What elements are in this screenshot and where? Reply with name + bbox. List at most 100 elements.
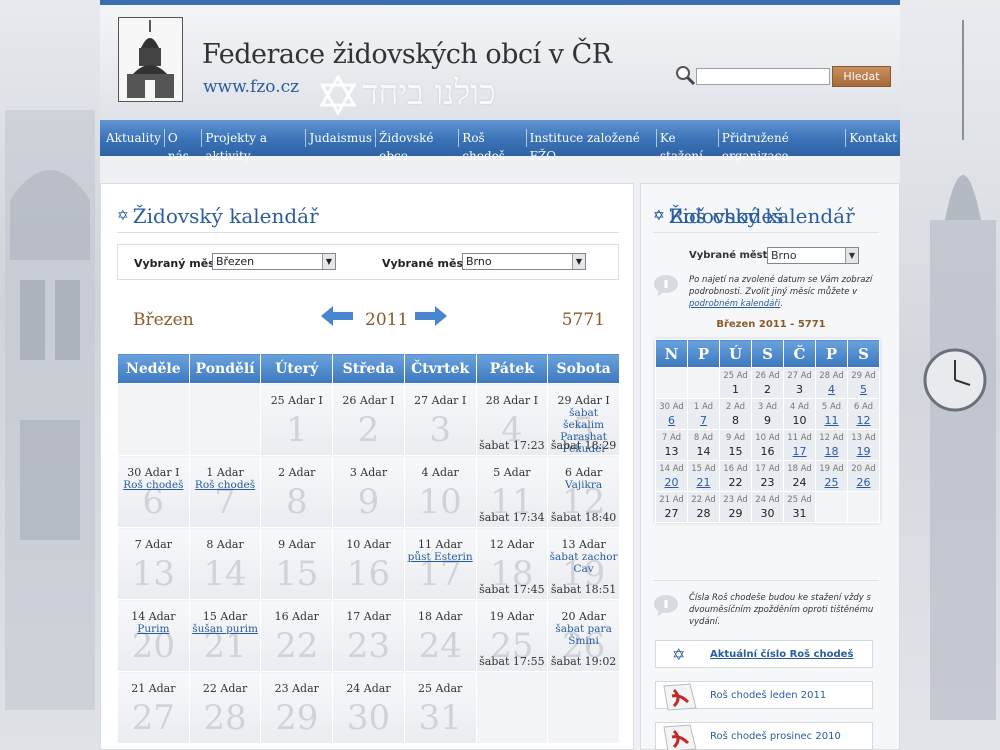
mini-day-number[interactable]: 4 xyxy=(816,383,847,396)
calendar-event[interactable]: Cav xyxy=(549,563,619,575)
mini-calendar-day[interactable]: 29 Ad 5 xyxy=(847,367,880,399)
mini-calendar-day[interactable]: 14 Ad 20 xyxy=(655,460,688,492)
mini-calendar-day[interactable]: 12 Ad 18 xyxy=(815,429,848,461)
next-month-arrow-icon[interactable] xyxy=(415,306,447,326)
calendar-day[interactable]: 21 15 Adar šušan purim xyxy=(188,599,262,672)
detailed-calendar-link[interactable]: podrobném kalendáři xyxy=(689,299,780,309)
calendar-day[interactable]: 26 20 Adar šabat para Šmini šabat 19:02 xyxy=(547,599,620,672)
mini-calendar-day[interactable]: 3 Ad 9 xyxy=(751,398,784,430)
calendar-day[interactable]: 16 10 Adar xyxy=(332,527,405,600)
calendar-day[interactable]: 5 29 Adar Išabat šekalim Parashat Pekudei š… xyxy=(547,383,620,456)
calendar-day[interactable]: 28 22 Adar xyxy=(188,671,262,744)
mini-day-number[interactable]: 25 xyxy=(816,476,847,489)
previous-month-arrow-icon[interactable] xyxy=(321,306,353,326)
mini-day-number[interactable]: 19 xyxy=(848,445,879,458)
calendar-event[interactable]: Roš chodeš xyxy=(118,479,188,491)
mini-calendar-day[interactable]: 26 Ad 2 xyxy=(751,367,784,399)
calendar-day[interactable]: 17 11 Adar půst Esterin xyxy=(403,527,477,600)
mini-calendar-day[interactable]: 24 Ad 30 xyxy=(751,491,784,523)
calendar-day[interactable]: 23 17 Adar xyxy=(332,599,405,672)
nav-item-9[interactable]: Kontakt xyxy=(845,129,900,147)
mini-day-number[interactable]: 17 xyxy=(784,445,815,458)
mini-calendar-day[interactable]: 27 Ad 3 xyxy=(783,367,816,399)
mini-calendar-day[interactable]: 16 Ad 22 xyxy=(719,460,752,492)
mini-calendar-day[interactable]: 25 Ad 1 xyxy=(719,367,752,399)
calendar-day[interactable]: 19 13 Adar šabat zachor Cav šabat 18:51 xyxy=(547,527,620,600)
mini-day-number[interactable]: 20 xyxy=(656,476,687,489)
calendar-day[interactable]: 24 18 Adar xyxy=(403,599,477,672)
nav-item-3[interactable]: Judaismus xyxy=(305,129,375,147)
mini-calendar-day[interactable]: 30 Ad 6 xyxy=(655,398,688,430)
calendar-event[interactable]: šušan purim xyxy=(190,623,260,635)
mini-calendar-day[interactable]: 10 Ad 16 xyxy=(751,429,784,461)
calendar-day[interactable]: 2 26 Adar I xyxy=(332,383,405,456)
calendar-day[interactable]: 10 4 Adar xyxy=(403,455,477,528)
nav-item-5[interactable]: Roš chodeš xyxy=(458,129,525,163)
nav-item-7[interactable]: Ke stažení xyxy=(655,129,718,163)
ros-chodes-item-0[interactable]: Roš chodeš leden 2011 xyxy=(655,681,873,711)
mini-calendar-day[interactable]: 23 Ad 29 xyxy=(719,491,752,523)
current-ros-chodes-link[interactable]: ✡ Aktuální číslo Roš chodeš xyxy=(655,640,873,668)
month-select[interactable]: Březen ▼ xyxy=(212,253,336,270)
calendar-day[interactable]: 22 16 Adar xyxy=(260,599,334,672)
calendar-day[interactable]: 12 6 Adar Vajikra šabat 18:40 xyxy=(547,455,620,528)
mini-calendar-day[interactable]: 18 Ad 24 xyxy=(783,460,816,492)
site-url[interactable]: www.fzo.cz xyxy=(203,77,299,97)
mini-day-number[interactable]: 11 xyxy=(816,414,847,427)
mini-calendar-day[interactable]: 28 Ad 4 xyxy=(815,367,848,399)
calendar-day[interactable]: 1 25 Adar I xyxy=(260,383,334,456)
nav-item-4[interactable]: Židovské obce xyxy=(375,129,458,163)
mini-day-number[interactable]: 12 xyxy=(848,414,879,427)
calendar-day[interactable]: 15 9 Adar xyxy=(260,527,334,600)
mini-calendar-day[interactable]: 8 Ad 14 xyxy=(687,429,720,461)
search-button[interactable]: Hledat xyxy=(832,66,891,87)
mini-calendar-day[interactable]: 4 Ad 10 xyxy=(783,398,816,430)
calendar-event[interactable]: Šmini xyxy=(549,635,619,647)
calendar-event[interactable]: Vajikra xyxy=(549,479,619,491)
calendar-event[interactable]: šabat para xyxy=(549,623,619,635)
city-select[interactable]: Brno ▼ xyxy=(462,253,586,270)
mini-day-number[interactable]: 18 xyxy=(816,445,847,458)
mini-calendar-day[interactable]: 15 Ad 21 xyxy=(687,460,720,492)
calendar-event[interactable]: šabat zachor xyxy=(549,551,619,563)
calendar-day[interactable]: 13 7 Adar xyxy=(117,527,190,600)
calendar-day[interactable]: 9 3 Adar xyxy=(332,455,405,528)
nav-item-6[interactable]: Instituce založené FŽO xyxy=(525,129,656,163)
calendar-event[interactable]: šabat šekalim xyxy=(549,407,619,431)
calendar-day[interactable]: 31 25 Adar xyxy=(403,671,477,744)
chevron-down-icon[interactable]: ▼ xyxy=(572,254,585,269)
nav-item-1[interactable]: O nás xyxy=(163,129,201,163)
mini-calendar-day[interactable]: 25 Ad 31 xyxy=(783,491,816,523)
mini-day-number[interactable]: 26 xyxy=(848,476,879,489)
mini-calendar-day[interactable]: 20 Ad 26 xyxy=(847,460,880,492)
calendar-day[interactable]: 4 28 Adar Išabat 17:23 xyxy=(475,383,549,456)
mini-calendar-day[interactable]: 11 Ad 17 xyxy=(783,429,816,461)
mini-calendar-day[interactable]: 19 Ad 25 xyxy=(815,460,848,492)
calendar-day[interactable]: 71 Adar Roš chodeš xyxy=(188,455,262,528)
chevron-down-icon[interactable]: ▼ xyxy=(845,248,858,263)
mini-calendar-day[interactable]: 13 Ad 19 xyxy=(847,429,880,461)
chevron-down-icon[interactable]: ▼ xyxy=(322,254,335,269)
mini-day-number[interactable]: 5 xyxy=(848,383,879,396)
calendar-day[interactable]: 30 24 Adar xyxy=(332,671,405,744)
mini-calendar-day[interactable]: 22 Ad 28 xyxy=(687,491,720,523)
sidebar-city-select[interactable]: Brno ▼ xyxy=(767,247,859,264)
calendar-day[interactable]: 6 30 Adar I Roš chodeš xyxy=(117,455,190,528)
calendar-day[interactable]: 20 14 Adar Purim xyxy=(117,599,190,672)
nav-item-2[interactable]: Projekty a aktivity xyxy=(201,129,305,163)
mini-calendar-day[interactable]: 2 Ad 8 xyxy=(719,398,752,430)
mini-calendar-day[interactable]: 17 Ad 23 xyxy=(751,460,784,492)
calendar-day[interactable]: 11 5 Adar šabat 17:34 xyxy=(475,455,549,528)
calendar-day[interactable]: 25 19 Adar šabat 17:55 xyxy=(475,599,549,672)
mini-day-number[interactable]: 7 xyxy=(688,414,719,427)
calendar-day[interactable]: 3 27 Adar I xyxy=(403,383,477,456)
mini-day-number[interactable]: 21 xyxy=(688,476,719,489)
mini-day-number[interactable]: 6 xyxy=(656,414,687,427)
nav-item-0[interactable]: Aktuality xyxy=(103,129,164,147)
calendar-day[interactable]: 18 12 Adar šabat 17:45 xyxy=(475,527,549,600)
logo[interactable] xyxy=(118,17,183,102)
calendar-event[interactable]: Purim xyxy=(118,623,188,635)
search-input[interactable] xyxy=(696,68,830,85)
nav-item-8[interactable]: Přidružené organizace xyxy=(717,129,846,163)
calendar-day[interactable]: 14 8 Adar xyxy=(188,527,262,600)
